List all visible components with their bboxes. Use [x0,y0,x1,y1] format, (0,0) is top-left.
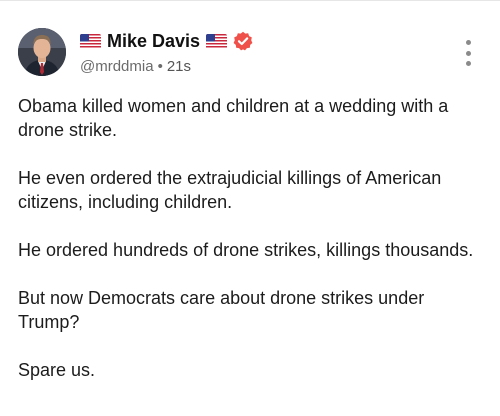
post-paragraph: He ordered hundreds of drone strikes, ki… [18,240,474,260]
name-row: Mike Davis [80,28,440,54]
us-flag-icon [206,33,228,49]
meta-row: @mrddmia • 21s [80,58,440,75]
more-dot [465,61,471,66]
post-paragraph: But now Democrats care about drone strik… [18,288,425,332]
more-dot [465,50,471,56]
author-handle[interactable]: @mrddmia [80,58,154,75]
meta-separator: • [157,58,163,75]
post-timestamp[interactable]: 21s [167,58,191,75]
post-paragraph: He even ordered the extrajudicial killin… [18,168,442,212]
author-display-name[interactable]: Mike Davis [107,31,200,52]
post-body: Obama killed women and children at a wed… [18,94,488,382]
us-flag-icon [80,33,101,49]
more-vertical-icon [465,40,471,45]
verified-badge-icon [233,31,253,51]
more-options-button[interactable] [456,40,480,66]
post-card: Mike Davis @mrddmia • 21s Obama killed w… [0,0,500,416]
post-paragraph: Obama killed women and children at a wed… [18,96,449,140]
post-paragraph: Spare us. [18,360,96,380]
post-header: Mike Davis @mrddmia • 21s [80,28,440,75]
avatar[interactable] [18,28,66,76]
